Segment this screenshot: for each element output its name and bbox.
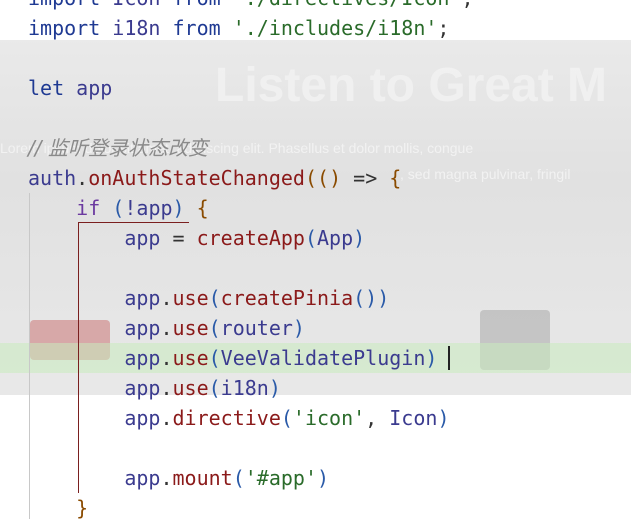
code-token: '#app' <box>244 466 318 490</box>
code-text: if (!app) { <box>28 193 209 223</box>
code-token: if <box>76 196 101 220</box>
code-text: auth.onAuthStateChanged(() => { <box>28 163 401 193</box>
code-token: ) <box>292 316 305 340</box>
code-token: ) <box>172 196 185 220</box>
code-text: import Icon from './directives/Icon'; <box>28 0 474 13</box>
code-token: => <box>341 166 390 190</box>
code-token: VeeValidatePlugin <box>220 346 426 370</box>
code-token: { <box>389 166 402 190</box>
code-token: let <box>28 76 65 100</box>
code-line[interactable] <box>0 43 631 73</box>
code-token: ) <box>329 166 342 190</box>
code-token: ( <box>208 316 221 340</box>
code-token: ) <box>437 406 450 430</box>
code-text: import i18n from './includes/i18n'; <box>28 13 449 43</box>
code-line[interactable]: if (!app) { <box>0 193 631 223</box>
code-token: 'icon' <box>292 406 366 430</box>
bracket-pair-guide <box>78 222 189 493</box>
code-token: ( <box>280 406 293 430</box>
text-cursor <box>448 346 450 370</box>
code-token: } <box>76 496 89 520</box>
code-token: import <box>28 16 101 40</box>
code-token: ( <box>208 346 221 370</box>
code-token: ) <box>317 466 330 490</box>
code-token: './includes/i18n' <box>232 16 438 40</box>
code-token: ) <box>353 226 366 250</box>
code-token: import <box>28 0 100 10</box>
code-token: ) <box>425 346 438 370</box>
code-line[interactable] <box>0 103 631 133</box>
code-token: ( <box>100 196 125 220</box>
code-token: App <box>317 226 354 250</box>
code-token: ) <box>268 376 281 400</box>
code-token: './directives/Icon' <box>233 0 462 10</box>
code-token: app <box>64 76 113 100</box>
indent-guide <box>29 193 30 519</box>
code-token: ; <box>437 16 450 40</box>
code-line[interactable]: import i18n from './includes/i18n'; <box>0 13 631 43</box>
code-line[interactable]: let app <box>0 73 631 103</box>
code-token: , <box>365 406 390 430</box>
code-token: . <box>76 166 89 190</box>
code-text: // 监听登录状态改变 <box>28 133 208 163</box>
code-line[interactable]: auth.onAuthStateChanged(() => { <box>0 163 631 193</box>
code-token: from <box>172 16 221 40</box>
code-text: let app <box>28 73 112 103</box>
code-token: auth <box>28 166 77 190</box>
code-token: (( <box>304 166 330 190</box>
code-token: i18n <box>100 16 173 40</box>
code-token: // 监听登录状态改变 <box>28 136 208 160</box>
code-token: createApp <box>196 226 305 250</box>
code-token: ( <box>208 376 221 400</box>
code-token: Icon <box>389 406 438 430</box>
code-token: createPinia <box>220 286 354 310</box>
code-token: Icon <box>100 0 172 10</box>
code-line[interactable]: // 监听登录状态改变 <box>0 133 631 163</box>
code-editor[interactable]: import Icon from './directives/Icon';imp… <box>0 0 631 520</box>
code-token: ( <box>208 286 221 310</box>
code-token: !app <box>124 196 173 220</box>
code-token: ( <box>304 226 317 250</box>
code-token: from <box>173 0 221 10</box>
code-line[interactable]: import Icon from './directives/Icon'; <box>0 0 631 13</box>
code-token: { <box>184 196 209 220</box>
code-token: ( <box>232 466 245 490</box>
code-token: i18n <box>220 376 269 400</box>
code-token: ()) <box>353 286 390 310</box>
code-token: ; <box>462 0 474 10</box>
code-token: router <box>220 316 293 340</box>
code-token: onAuthStateChanged <box>88 166 305 190</box>
